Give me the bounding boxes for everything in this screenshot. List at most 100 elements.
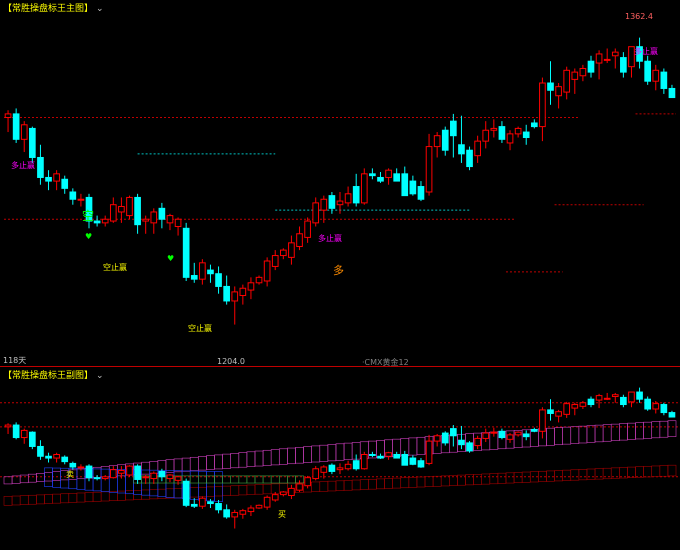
candle-body xyxy=(199,262,206,280)
band-cell xyxy=(635,466,644,478)
band-cell xyxy=(254,484,264,495)
candle-body xyxy=(336,200,344,206)
candle-body xyxy=(174,476,182,481)
candle-body xyxy=(93,220,101,224)
candle-body xyxy=(587,398,595,406)
band-cell xyxy=(27,494,37,505)
candle-body xyxy=(37,445,44,457)
band-cell xyxy=(108,491,118,501)
band-cell xyxy=(246,451,256,467)
candle-body xyxy=(393,453,401,459)
period-label: 118天 xyxy=(3,356,27,365)
band-cell xyxy=(319,444,329,462)
band-cell xyxy=(586,468,596,480)
band-cell xyxy=(440,475,450,487)
band-cell xyxy=(36,473,45,482)
candle-body xyxy=(279,491,287,496)
sub-indicator-chart[interactable] xyxy=(0,368,680,550)
band-cell xyxy=(416,476,426,488)
candle-body xyxy=(579,67,587,77)
band-cell xyxy=(214,486,223,497)
candle-body xyxy=(458,144,465,155)
band-cell xyxy=(141,489,151,500)
band-cell xyxy=(570,426,580,444)
band-cell xyxy=(3,496,13,506)
band-cell xyxy=(295,447,304,464)
candle-body xyxy=(344,193,352,204)
candle-body xyxy=(101,476,109,480)
band-cell xyxy=(157,488,167,499)
candle-body xyxy=(668,412,676,418)
candle-body xyxy=(482,432,490,439)
band-cell xyxy=(408,437,418,456)
band-cell xyxy=(287,447,296,465)
candle-body xyxy=(158,207,166,220)
candle-body xyxy=(401,173,409,197)
candle-body xyxy=(263,496,271,508)
candle-body xyxy=(263,260,271,282)
band-cell xyxy=(659,465,669,477)
candle-body xyxy=(409,180,417,195)
band-cell xyxy=(125,490,134,501)
main-candlestick-chart[interactable] xyxy=(0,0,680,366)
band-cell xyxy=(230,485,240,496)
band-cell xyxy=(319,481,329,492)
band-cell xyxy=(408,477,418,488)
candle-body xyxy=(433,135,441,148)
signal-label: 多止赢 xyxy=(318,234,342,243)
panel-divider xyxy=(0,366,680,367)
band-cell xyxy=(206,455,215,470)
candle-body xyxy=(506,133,514,144)
candle-body xyxy=(271,494,279,501)
candle-body xyxy=(377,455,384,459)
candle-body xyxy=(134,465,141,480)
candle-body xyxy=(450,120,457,137)
candle-body xyxy=(409,457,417,465)
signal-label: 卖 xyxy=(66,470,74,479)
candle-body xyxy=(555,411,562,417)
band-cell xyxy=(60,493,70,504)
candle-body xyxy=(555,86,562,97)
candle-body xyxy=(539,409,546,432)
candle-body xyxy=(77,198,85,201)
candle-body xyxy=(620,396,627,406)
candle-body xyxy=(45,176,52,182)
candle-body xyxy=(77,466,85,469)
candle-body xyxy=(69,462,77,468)
band-cell xyxy=(384,478,393,489)
band-cell xyxy=(465,474,474,486)
band-cell xyxy=(667,464,677,477)
candle-body xyxy=(150,472,158,480)
band-cell xyxy=(19,495,29,505)
band-cell xyxy=(513,472,523,484)
min-price-label: 1204.0 xyxy=(217,357,245,366)
candle-body xyxy=(109,469,117,479)
band-cell xyxy=(546,470,555,482)
band-cell xyxy=(44,494,53,504)
candle-body xyxy=(239,287,247,297)
band-cell xyxy=(222,453,231,469)
candle-body xyxy=(174,218,182,227)
candle-body xyxy=(660,71,668,89)
band-cell xyxy=(627,422,636,440)
candle-body xyxy=(498,126,506,140)
candle-body xyxy=(199,497,206,507)
band-cell xyxy=(562,426,572,445)
candle-body xyxy=(660,404,668,414)
candle-body xyxy=(482,129,490,142)
band-cell xyxy=(392,477,402,489)
candle-body xyxy=(474,140,481,157)
band-cell xyxy=(92,491,102,502)
signal-label: 空止赢 xyxy=(188,324,212,333)
candle-body xyxy=(166,215,174,224)
band-cell xyxy=(643,421,653,439)
band-cell xyxy=(400,477,410,489)
candle-body xyxy=(603,58,611,61)
candle-body xyxy=(247,282,255,291)
candle-body xyxy=(433,435,441,442)
cloud-cell xyxy=(52,467,61,488)
candle-body xyxy=(101,218,109,224)
candle-body xyxy=(320,466,328,473)
band-cell xyxy=(619,423,628,441)
heart-icon: ♥ xyxy=(85,232,93,241)
